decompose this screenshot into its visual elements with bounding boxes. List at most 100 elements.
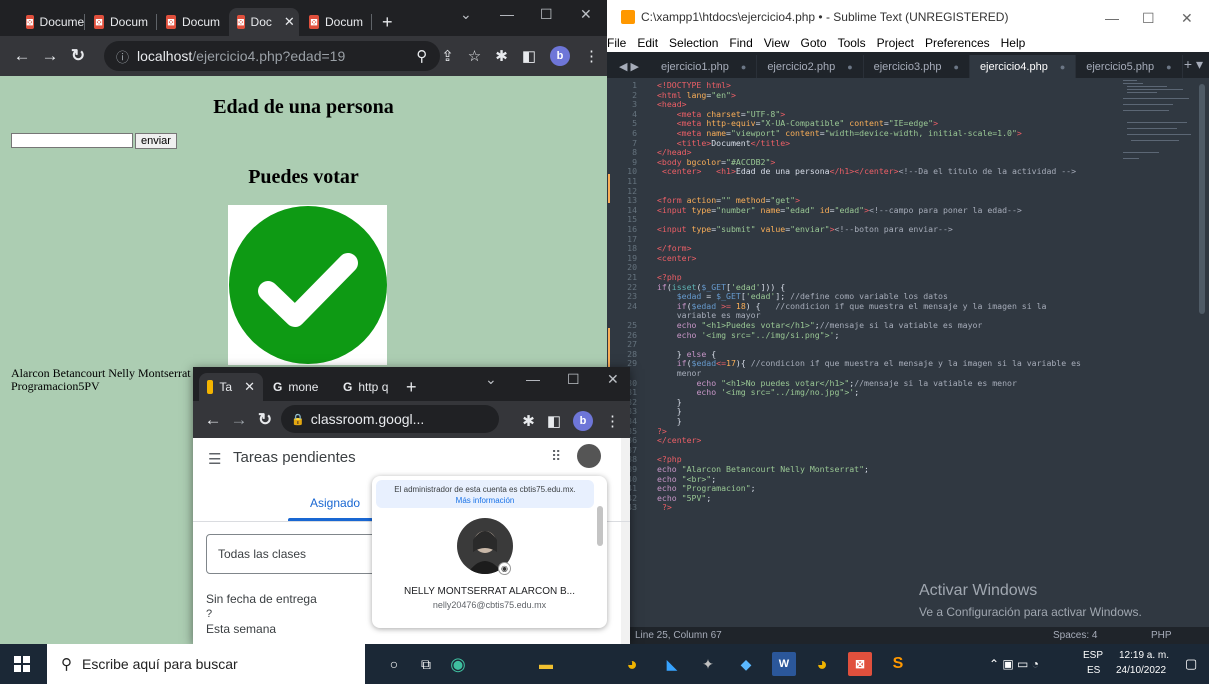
back-arrow-icon[interactable]: ← [199,410,227,430]
maximize-button[interactable]: ☐ [1142,10,1155,27]
minimize-button[interactable]: — [500,6,514,22]
syntax-setting[interactable]: PHP [1151,630,1172,641]
menu-goto[interactable]: Goto [801,36,827,50]
editor-tab-active[interactable]: ejercicio4.php ● [969,55,1077,78]
close-window-button[interactable]: ✕ [607,371,619,388]
minimize-button[interactable]: — [526,371,540,387]
close-window-button[interactable]: ✕ [580,6,592,23]
menu-edit[interactable]: Edit [637,36,658,50]
chrome-icon[interactable]: ◕ [810,652,834,676]
tab-label: ejercicio3.php [873,60,942,73]
browser-tab-active[interactable]: ⊠ Doc ✕ [229,8,299,36]
forward-arrow-icon[interactable]: → [36,46,64,66]
extensions-icon[interactable]: ✱ [495,47,508,65]
taskbar-search[interactable]: ⚲ Escribe aquí para buscar [47,644,365,684]
clock-time[interactable]: 12:19 a. m. [1119,650,1169,661]
menu-view[interactable]: View [764,36,790,50]
editor-tab[interactable]: ejercicio2.php ● [757,55,864,78]
cortana-icon[interactable]: ○ [382,652,406,676]
tab-search-icon[interactable]: ⌄ [485,371,497,388]
more-info-link[interactable]: Más información [376,495,594,506]
forward-arrow-icon[interactable]: → [225,410,253,430]
indent-setting[interactable]: Spaces: 4 [1053,630,1097,641]
menu-help[interactable]: Help [1001,36,1026,50]
code-editor[interactable]: 1 <!DOCTYPE html> 2 <html lang="en"> 3 <hea… [607,78,1209,627]
menu-find[interactable]: Find [729,36,752,50]
browser-tab[interactable]: G mone [265,373,333,401]
tab-scroll-arrows-icon[interactable]: ◀ ▶ [607,55,651,78]
reload-icon[interactable]: ↻ [64,46,92,66]
browser-tab[interactable]: ⊠ Docum [301,8,372,36]
notifications-icon[interactable]: ▢ [1185,656,1197,672]
menu-dots-icon[interactable]: ⋮ [605,412,620,430]
zoom-icon[interactable]: ⚲ [416,47,427,65]
reload-icon[interactable]: ↻ [251,410,279,430]
tab-assigned[interactable]: Asignado [310,496,360,510]
app-icon[interactable]: ◆ [734,652,758,676]
maximize-button[interactable]: ☐ [567,371,580,388]
editor-tab[interactable]: ejercicio3.php ● [864,55,970,78]
address-bar[interactable]: 🔒 classroom.googl... [281,405,499,433]
menu-tools[interactable]: Tools [838,36,866,50]
side-panel-icon[interactable]: ◧ [547,412,561,430]
bookmark-star-icon[interactable]: ☆ [468,47,481,65]
profile-avatar[interactable]: b [573,411,593,431]
language-top[interactable]: ESP [1083,650,1103,661]
share-icon[interactable]: ⇪ [441,47,454,65]
vertical-scrollbar[interactable] [621,438,630,644]
vertical-scrollbar[interactable] [1199,84,1205,314]
xampp-icon[interactable]: ⊠ [848,652,872,676]
browser-tab[interactable]: ⊠ Docume [18,8,85,36]
browser-tab[interactable]: ⊠ Docum [158,8,228,36]
apps-grid-icon[interactable]: ⠿ [551,448,561,465]
sublime-text-icon[interactable]: S [886,652,910,676]
hamburger-menu-icon[interactable]: ☰ [208,450,221,468]
close-icon[interactable]: ✕ [244,379,255,395]
menu-preferences[interactable]: Preferences [925,36,990,50]
class-filter-select[interactable]: Todas las clases [206,534,381,574]
windows-start-icon[interactable] [14,656,30,672]
tab-label: Docum [324,15,363,29]
help-icon[interactable]: ? [206,608,212,620]
browser-tab-active[interactable]: Ta ✕ [199,373,263,401]
new-tab-button[interactable]: + [382,13,393,31]
section-no-date[interactable]: Sin fecha de entrega [206,592,317,606]
menu-dots-icon[interactable]: ⋮ [584,47,599,65]
app-icon[interactable]: ◣ [660,652,684,676]
menu-file[interactable]: File [607,36,626,50]
back-arrow-icon[interactable]: ← [8,46,36,66]
word-icon[interactable]: W [772,652,796,676]
card-scrollbar[interactable] [597,506,603,546]
age-input[interactable] [11,133,133,148]
chrome-icon[interactable]: ◕ [620,652,644,676]
clock-date[interactable]: 24/10/2022 [1116,665,1166,676]
side-panel-icon[interactable]: ◧ [522,47,536,65]
minimap[interactable] [1119,78,1191,168]
close-icon[interactable]: ✕ [284,14,295,30]
app-icon[interactable]: ✦ [696,652,720,676]
close-window-button[interactable]: ✕ [1181,10,1193,27]
file-explorer-icon[interactable]: ▬ [534,652,558,676]
submit-button[interactable]: enviar [135,133,177,149]
browser-tab[interactable]: ⊠ Docum [86,8,157,36]
camera-icon[interactable]: ◉ [498,562,511,575]
editor-tab[interactable]: ejercicio1.php ● [651,55,758,78]
menu-project[interactable]: Project [877,36,914,50]
maximize-button[interactable]: ☐ [540,6,553,23]
edge-icon[interactable]: ◉ [446,652,470,676]
language-bottom[interactable]: ES [1087,665,1100,676]
extensions-icon[interactable]: ✱ [522,412,535,430]
tab-search-icon[interactable]: ⌄ [460,6,472,23]
editor-tab[interactable]: ejercicio5.php ● [1076,55,1183,78]
menu-selection[interactable]: Selection [669,36,718,50]
new-tab-button[interactable]: + [406,378,417,396]
profile-avatar[interactable]: b [550,46,570,66]
task-view-icon[interactable]: ⧉ [414,652,438,676]
tray-icons[interactable]: ⌃ ▣ ▭ ◔ [989,657,1039,671]
section-this-week[interactable]: Esta semana [206,622,276,636]
address-bar[interactable]: ⓘ localhost/ejercicio4.php?edad=19 [104,41,440,71]
new-file-icon[interactable]: + ▾ [1184,56,1203,73]
minimize-button[interactable]: — [1105,10,1119,26]
account-avatar[interactable] [577,444,601,468]
browser-tab[interactable]: G http q [335,373,403,401]
